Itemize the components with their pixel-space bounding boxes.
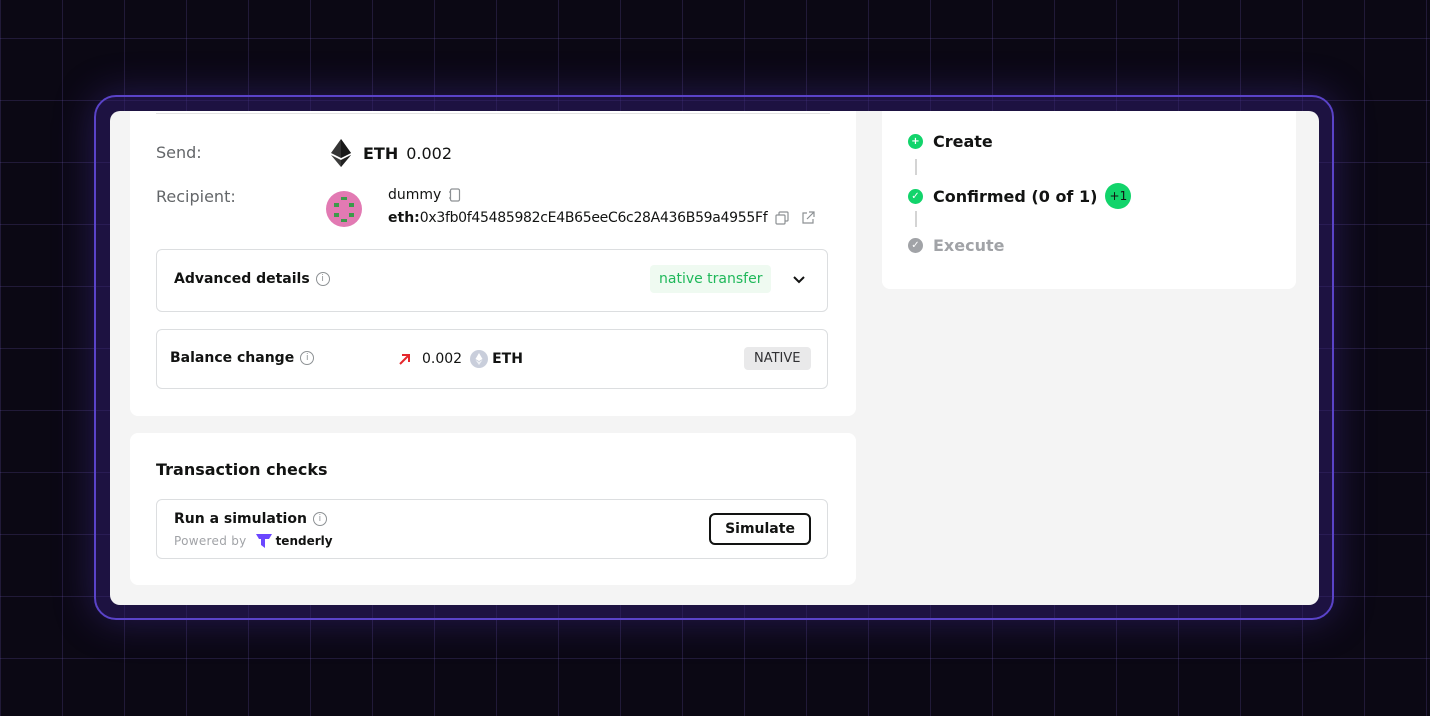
- balance-token: ETH: [492, 351, 523, 367]
- step-label: Confirmed (0 of 1): [933, 186, 1098, 206]
- advanced-details-label: Advanced details: [174, 271, 310, 287]
- info-icon[interactable]: i: [315, 272, 330, 286]
- info-icon[interactable]: i: [312, 512, 327, 526]
- external-link-icon[interactable]: [801, 211, 815, 225]
- balance-change-label: Balance change: [170, 350, 295, 366]
- recipient-avatar: [326, 191, 362, 227]
- transaction-panel: Send: ETH 0.002 Recipient: dummy eth: 0x…: [110, 111, 1319, 605]
- check-circle-icon: ✓: [908, 238, 923, 253]
- send-label: Send:: [156, 143, 202, 162]
- recipient-address-row: eth: 0x3fb0f45485982cE4B65eeC6c28A436B59…: [388, 210, 815, 226]
- step-connector: [915, 211, 917, 227]
- step-label: Create: [933, 132, 993, 151]
- plus-circle-icon: +: [908, 134, 923, 149]
- powered-by-row: Powered by tenderly: [174, 533, 333, 549]
- send-amount: 0.002: [406, 143, 453, 163]
- recipient-name-row: dummy: [388, 187, 461, 203]
- simulate-button[interactable]: Simulate: [709, 513, 811, 545]
- status-step-create: + Create: [908, 132, 993, 151]
- balance-change-value: 0.002 ETH: [398, 350, 523, 368]
- status-step-confirmed: ✓ Confirmed (0 of 1) +1: [908, 183, 1132, 209]
- transaction-checks-title: Transaction checks: [156, 460, 328, 479]
- info-icon[interactable]: i: [300, 351, 315, 365]
- send-token: ETH: [363, 143, 399, 163]
- balance-change-box: Balance change i 0.002 ETH NATIVE: [156, 329, 828, 389]
- status-step-execute: ✓ Execute: [908, 236, 1004, 255]
- transaction-checks-card: Transaction checks Run a simulation i Po…: [130, 433, 856, 585]
- simulation-label: Run a simulation: [174, 511, 307, 527]
- native-badge: NATIVE: [744, 347, 811, 370]
- copy-icon[interactable]: [775, 211, 789, 225]
- confirmation-count-badge: +1: [1105, 183, 1132, 209]
- arrow-up-right-icon: [399, 354, 410, 365]
- send-value: ETH 0.002: [331, 139, 452, 167]
- eth-token-icon: [470, 350, 489, 368]
- step-label: Execute: [933, 236, 1005, 255]
- tenderly-logo-icon: [255, 534, 272, 548]
- transaction-status-card: + Create ✓ Confirmed (0 of 1) +1 ✓ Execu…: [882, 111, 1296, 289]
- recipient-label: Recipient:: [156, 187, 236, 206]
- step-connector: [915, 159, 917, 175]
- native-transfer-badge: native transfer: [650, 265, 772, 293]
- simulation-box: Run a simulation i Powered by tenderly S…: [156, 499, 828, 559]
- advanced-details-accordion[interactable]: Advanced details i native transfer: [156, 249, 828, 312]
- recipient-name: dummy: [388, 187, 442, 203]
- transaction-details-card: Send: ETH 0.002 Recipient: dummy eth: 0x…: [130, 111, 856, 416]
- tenderly-wordmark: tenderly: [275, 534, 333, 548]
- powered-by-text: Powered by: [174, 534, 247, 548]
- ethereum-icon: [331, 139, 351, 167]
- chevron-down-icon[interactable]: [792, 275, 806, 285]
- recipient-address: 0x3fb0f45485982cE4B65eeC6c28A436B59a4955…: [419, 210, 768, 226]
- check-circle-icon: ✓: [908, 188, 923, 204]
- balance-amount: 0.002: [422, 351, 463, 367]
- address-chain-prefix: eth:: [388, 210, 420, 226]
- address-book-icon[interactable]: [449, 188, 461, 202]
